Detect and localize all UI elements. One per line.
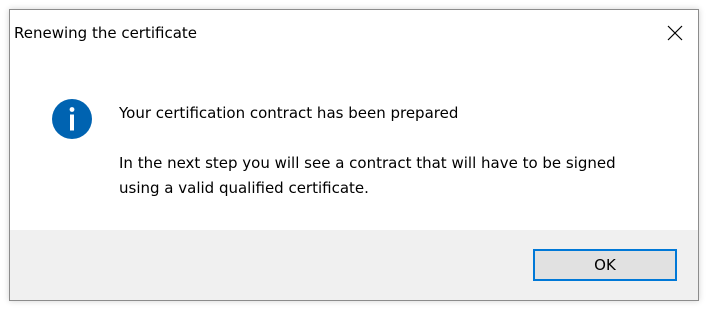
message-dialog: Renewing the certificate Your certificat…	[9, 9, 699, 301]
information-icon	[52, 99, 92, 139]
ok-button[interactable]: OK	[533, 249, 677, 281]
dialog-title: Renewing the certificate	[14, 24, 198, 42]
main-instruction: Your certification contract has been pre…	[119, 104, 459, 122]
close-icon	[667, 25, 683, 41]
title-bar: Renewing the certificate	[10, 10, 698, 58]
dialog-content: Your certification contract has been pre…	[10, 58, 698, 230]
content-text: In the next step you will see a contract…	[119, 154, 616, 197]
button-bar: OK	[10, 230, 698, 300]
close-button[interactable]	[652, 10, 698, 56]
